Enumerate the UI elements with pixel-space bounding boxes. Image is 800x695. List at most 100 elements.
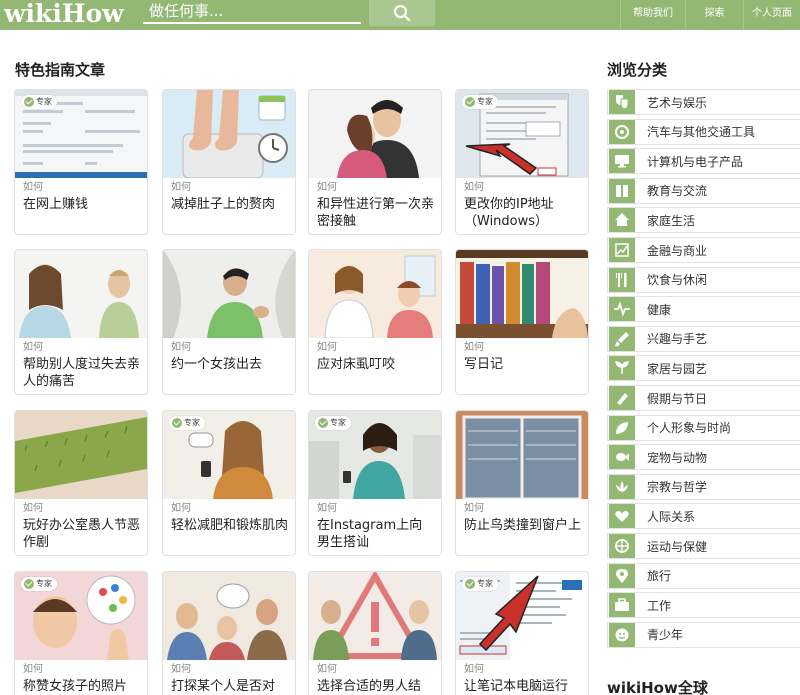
article-title[interactable]: 打探某个人是否对	[163, 676, 295, 695]
article-image[interactable]	[163, 250, 295, 338]
article-title[interactable]: 和异性进行第一次亲密接触	[309, 194, 441, 234]
article-title[interactable]: 让笔记本电脑运行	[456, 676, 588, 695]
category-item[interactable]: 宠物与动物	[607, 444, 800, 471]
article-card[interactable]: 如何 打探某个人是否对	[162, 571, 296, 695]
article-title[interactable]: 帮助别人度过失去亲人的痛苦	[15, 354, 147, 394]
how-to-label: 如何	[23, 503, 43, 514]
badge-label: 专家	[36, 579, 52, 588]
category-item[interactable]: 健康	[607, 296, 800, 323]
monitor-icon	[609, 149, 635, 174]
category-item[interactable]: 金融与商业	[607, 237, 800, 263]
car-icon	[609, 119, 635, 144]
article-image[interactable]	[15, 411, 147, 499]
article-title[interactable]: 写日记	[456, 354, 588, 394]
article-card[interactable]: 如何 帮助别人度过失去亲人的痛苦	[14, 249, 148, 395]
article-title[interactable]: 玩好办公室愚人节恶作剧	[15, 515, 147, 555]
category-label: 汽车与其他交通工具	[647, 125, 756, 140]
article-image[interactable]: 专家	[456, 90, 588, 178]
featured-title: 特色指南文章	[15, 61, 106, 79]
article-image[interactable]	[309, 250, 441, 338]
category-label: 宠物与动物	[647, 450, 708, 465]
article-card[interactable]: 专家 如何 称赞女孩子的照片	[14, 571, 148, 695]
logo-how-text: How	[61, 0, 124, 28]
article-card[interactable]: 如何 写日记	[455, 249, 589, 395]
category-item[interactable]: 宗教与哲学	[607, 473, 800, 500]
category-item[interactable]: 饮食与休闲	[607, 266, 800, 293]
article-image[interactable]	[163, 572, 295, 660]
article-image[interactable]: 专家	[15, 572, 147, 660]
categories-title: 浏览分类	[607, 61, 668, 79]
category-item[interactable]: 计算机与电子产品	[607, 148, 800, 175]
article-title[interactable]: 在Instagram上向男生搭讪	[309, 515, 441, 555]
category-item[interactable]: 艺术与娱乐	[607, 89, 800, 115]
nav-explore[interactable]: 探索	[685, 0, 743, 30]
article-title[interactable]: 约一个女孩出去	[163, 354, 295, 394]
book-icon	[609, 178, 635, 203]
category-item[interactable]: 人际关系	[607, 503, 800, 530]
category-label: 工作	[647, 598, 672, 613]
category-item[interactable]: 家居与园艺	[607, 355, 800, 382]
article-title[interactable]: 减掉肚子上的赘肉	[163, 194, 295, 234]
article-title[interactable]: 更改你的IP地址（Windows）	[456, 194, 588, 234]
category-item[interactable]: 运动与保健	[607, 533, 800, 559]
article-title[interactable]: 防止鸟类撞到窗户上	[456, 515, 588, 555]
category-label: 家庭生活	[647, 213, 696, 228]
article-image[interactable]: 专家	[15, 90, 147, 178]
scale-feet-illustration	[163, 90, 295, 178]
category-item[interactable]: 兴趣与手艺	[607, 325, 800, 352]
briefcase-icon	[609, 593, 635, 618]
article-card[interactable]: 专家 如何 轻松减肥和锻炼肌肉	[162, 410, 296, 556]
category-label: 运动与保健	[647, 539, 708, 554]
article-card[interactable]: 如何 选择合适的男人结	[308, 571, 442, 695]
category-item[interactable]: 假期与节日	[607, 385, 800, 411]
article-card[interactable]: 如何 减掉肚子上的赘肉	[162, 89, 296, 235]
article-card[interactable]: 如何 玩好办公室愚人节恶作剧	[14, 410, 148, 556]
couple-hug-illustration	[309, 90, 441, 178]
wikihow-logo[interactable]: wikiHow	[4, 0, 124, 30]
category-item[interactable]: 青少年	[607, 621, 800, 648]
article-card[interactable]: 如何 约一个女孩出去	[162, 249, 296, 395]
category-item[interactable]: 家庭生活	[607, 207, 800, 234]
article-image[interactable]: 专家	[163, 411, 295, 499]
article-image[interactable]	[309, 90, 441, 178]
article-image[interactable]	[309, 572, 441, 660]
search-input[interactable]	[143, 0, 361, 22]
expert-badge: 专家	[169, 416, 205, 430]
category-item[interactable]: 教育与交流	[607, 177, 800, 204]
article-image[interactable]	[15, 250, 147, 338]
article-title[interactable]: 应对床虱叮咬	[309, 354, 441, 394]
article-image[interactable]: 专家	[456, 572, 588, 660]
badge-label: 专家	[184, 418, 200, 427]
article-card[interactable]: 如何 和异性进行第一次亲密接触	[308, 89, 442, 235]
category-label: 计算机与电子产品	[647, 154, 744, 169]
article-image[interactable]: 专家	[309, 411, 441, 499]
theater-masks-icon	[609, 90, 635, 114]
article-card[interactable]: 如何 防止鸟类撞到窗户上	[455, 410, 589, 556]
article-title[interactable]: 选择合适的男人结	[309, 676, 441, 695]
nav-profile[interactable]: 个人页面	[743, 0, 800, 30]
how-to-label: 如何	[317, 503, 337, 514]
article-image[interactable]	[456, 411, 588, 499]
article-title[interactable]: 在网上赚钱	[15, 194, 147, 234]
category-label: 金融与商业	[647, 243, 708, 258]
article-image[interactable]	[163, 90, 295, 178]
article-image[interactable]	[456, 250, 588, 338]
category-item[interactable]: 旅行	[607, 562, 800, 589]
category-item[interactable]: 工作	[607, 592, 800, 619]
badge-label: 专家	[36, 97, 52, 106]
article-title[interactable]: 称赞女孩子的照片	[15, 676, 147, 695]
article-card[interactable]: 专家 如何 在Instagram上向男生搭讪	[308, 410, 442, 556]
article-card[interactable]: 专家 如何 在网上赚钱	[14, 89, 148, 235]
search-button[interactable]	[369, 0, 435, 26]
article-card[interactable]: 如何 应对床虱叮咬	[308, 249, 442, 395]
how-to-label: 如何	[171, 182, 191, 193]
article-card[interactable]: 专家 如何 让笔记本电脑运行	[455, 571, 589, 695]
article-card[interactable]: 专家 如何 更改你的IP地址（Windows）	[455, 89, 589, 235]
category-item[interactable]: 个人形象与时尚	[607, 414, 800, 441]
category-item[interactable]: 汽车与其他交通工具	[607, 118, 800, 145]
how-to-label: 如何	[23, 182, 43, 193]
warning-sign-illustration	[309, 572, 441, 660]
nav-help-us[interactable]: 帮助我们	[620, 0, 685, 30]
house-icon	[609, 208, 635, 233]
article-title[interactable]: 轻松减肥和锻炼肌肉	[163, 515, 295, 555]
